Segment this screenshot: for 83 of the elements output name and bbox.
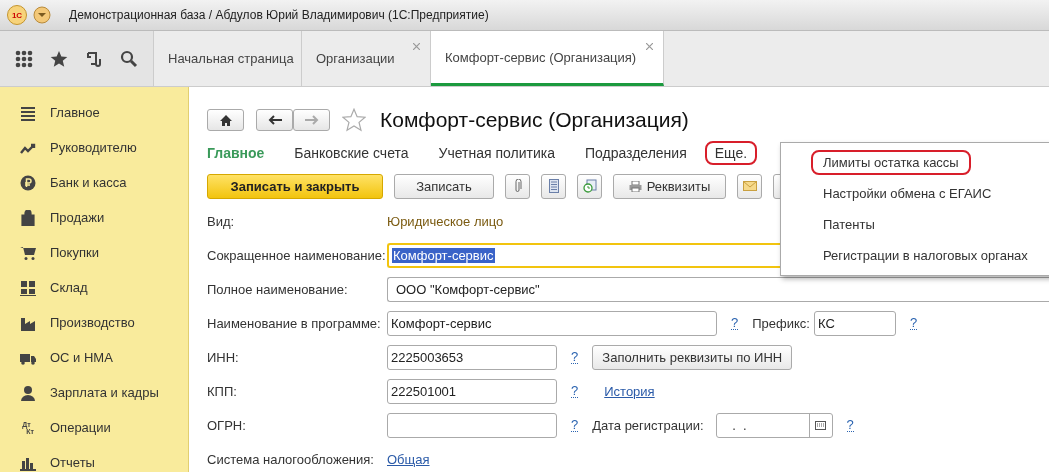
menu-item[interactable]: Патенты [823, 217, 875, 232]
details-button[interactable]: Реквизиты [613, 173, 726, 199]
close-icon[interactable] [413, 43, 420, 50]
section-link[interactable]: Банковские счета [294, 145, 409, 161]
sidebar-item[interactable]: Руководителю [50, 140, 137, 155]
document-list-icon [548, 179, 559, 193]
field-label: Полное наименование: [207, 281, 349, 297]
save-and-close-button[interactable]: Записать и закрыть [207, 173, 383, 199]
field-label: ОГРН: [207, 417, 247, 433]
back-button[interactable] [256, 109, 293, 131]
menu-item[interactable]: Настройки обмена с ЕГАИС [823, 186, 992, 201]
history-icon[interactable] [85, 49, 104, 68]
sidebar-item[interactable]: Отчеты [50, 455, 95, 470]
search-icon[interactable] [120, 49, 139, 68]
calendar-icon[interactable] [815, 420, 827, 430]
input-field[interactable]: 222501001 [387, 378, 557, 404]
input-field[interactable]: 2225003653 [387, 344, 557, 370]
sidebar-item[interactable]: Продажи [50, 210, 105, 225]
list-button[interactable] [541, 173, 566, 199]
attach-button[interactable] [505, 173, 530, 199]
field-label: ИНН: [207, 349, 240, 365]
input-field[interactable] [387, 412, 557, 438]
help-link[interactable]: ? [731, 316, 739, 330]
section-link[interactable]: Подразделения [584, 145, 687, 161]
menu-icon [20, 104, 36, 121]
input-field[interactable]: КС [813, 310, 896, 336]
star-outline-icon[interactable] [342, 108, 366, 132]
help-link[interactable]: ? [571, 384, 579, 398]
field-label: КПП: [207, 383, 238, 399]
section-link[interactable]: Главное [207, 145, 265, 161]
sidebar-item[interactable]: ОС и НМА [50, 350, 113, 365]
legal-form-value: Юридическое лицо [387, 213, 504, 229]
paperclip-icon [513, 179, 522, 193]
document-clock-icon [582, 179, 597, 193]
sidebar-item[interactable]: Производство [50, 315, 135, 330]
sidebar-item[interactable]: Главное [50, 105, 100, 120]
input-field[interactable]: Комфорт-сервис [387, 310, 717, 336]
field-label: Вид: [207, 213, 236, 229]
tab[interactable]: Комфорт-сервис (Организация) [431, 31, 664, 86]
email-button[interactable] [737, 173, 762, 199]
window-title: Демонстрационная база / Абдулов Юрий Владимирович (1С:Предприятие) [69, 8, 489, 22]
date-field[interactable]: . . [715, 412, 833, 438]
grid-icon [20, 279, 36, 296]
star-icon[interactable] [49, 49, 68, 68]
ruble-icon [20, 174, 36, 191]
field-label: Префикс: [752, 315, 810, 331]
help-link[interactable]: ? [846, 418, 854, 432]
printer-icon [628, 180, 642, 192]
sidebar-item[interactable]: Склад [50, 280, 88, 295]
envelope-icon [742, 181, 757, 191]
field-label: Сокращенное наименование: [207, 247, 387, 263]
home-button[interactable] [207, 109, 244, 131]
help-link[interactable]: ? [571, 350, 579, 364]
apps-grid-icon[interactable] [14, 49, 33, 68]
app-logo[interactable]: 1С [7, 5, 27, 25]
fill-by-inn-button[interactable]: Заполнить реквизиты по ИНН [592, 344, 793, 370]
menu-item[interactable]: Лимиты остатка кассы [813, 152, 969, 173]
forward-arrow-icon [304, 115, 319, 125]
form-title: Комфорт-сервис (Организация) [380, 108, 689, 132]
menu-item[interactable]: Регистрации в налоговых органах [823, 248, 1028, 263]
section-link[interactable]: Еще. [706, 143, 756, 163]
structure-button[interactable] [577, 173, 602, 199]
sidebar-item[interactable]: Зарплата и кадры [50, 385, 159, 400]
back-arrow-icon [267, 115, 282, 125]
field-label: Наименование в программе: [207, 315, 382, 331]
help-link[interactable]: ? [909, 316, 918, 330]
sidebar-item[interactable]: Покупки [50, 245, 99, 260]
history-link[interactable]: История [604, 383, 655, 399]
help-link[interactable]: ? [571, 418, 579, 432]
home-icon [219, 114, 232, 126]
save-button[interactable]: Записать [394, 173, 494, 199]
input-field[interactable]: ООО "Комфорт-сервис" [387, 276, 1049, 302]
person-icon [20, 384, 36, 401]
tax-system-link[interactable]: Общая [387, 451, 430, 467]
sidebar-item[interactable]: Банк и касса [50, 175, 127, 190]
section-link[interactable]: Учетная политика [438, 145, 555, 161]
sidebar-item[interactable]: Операции [50, 420, 111, 435]
field-label: Система налогообложения: [207, 451, 375, 467]
field-label: Дата регистрации: [592, 417, 704, 433]
bag-icon [20, 209, 36, 226]
dropdown-icon[interactable] [33, 6, 51, 24]
close-icon[interactable] [646, 43, 653, 50]
cart-icon [20, 244, 36, 261]
